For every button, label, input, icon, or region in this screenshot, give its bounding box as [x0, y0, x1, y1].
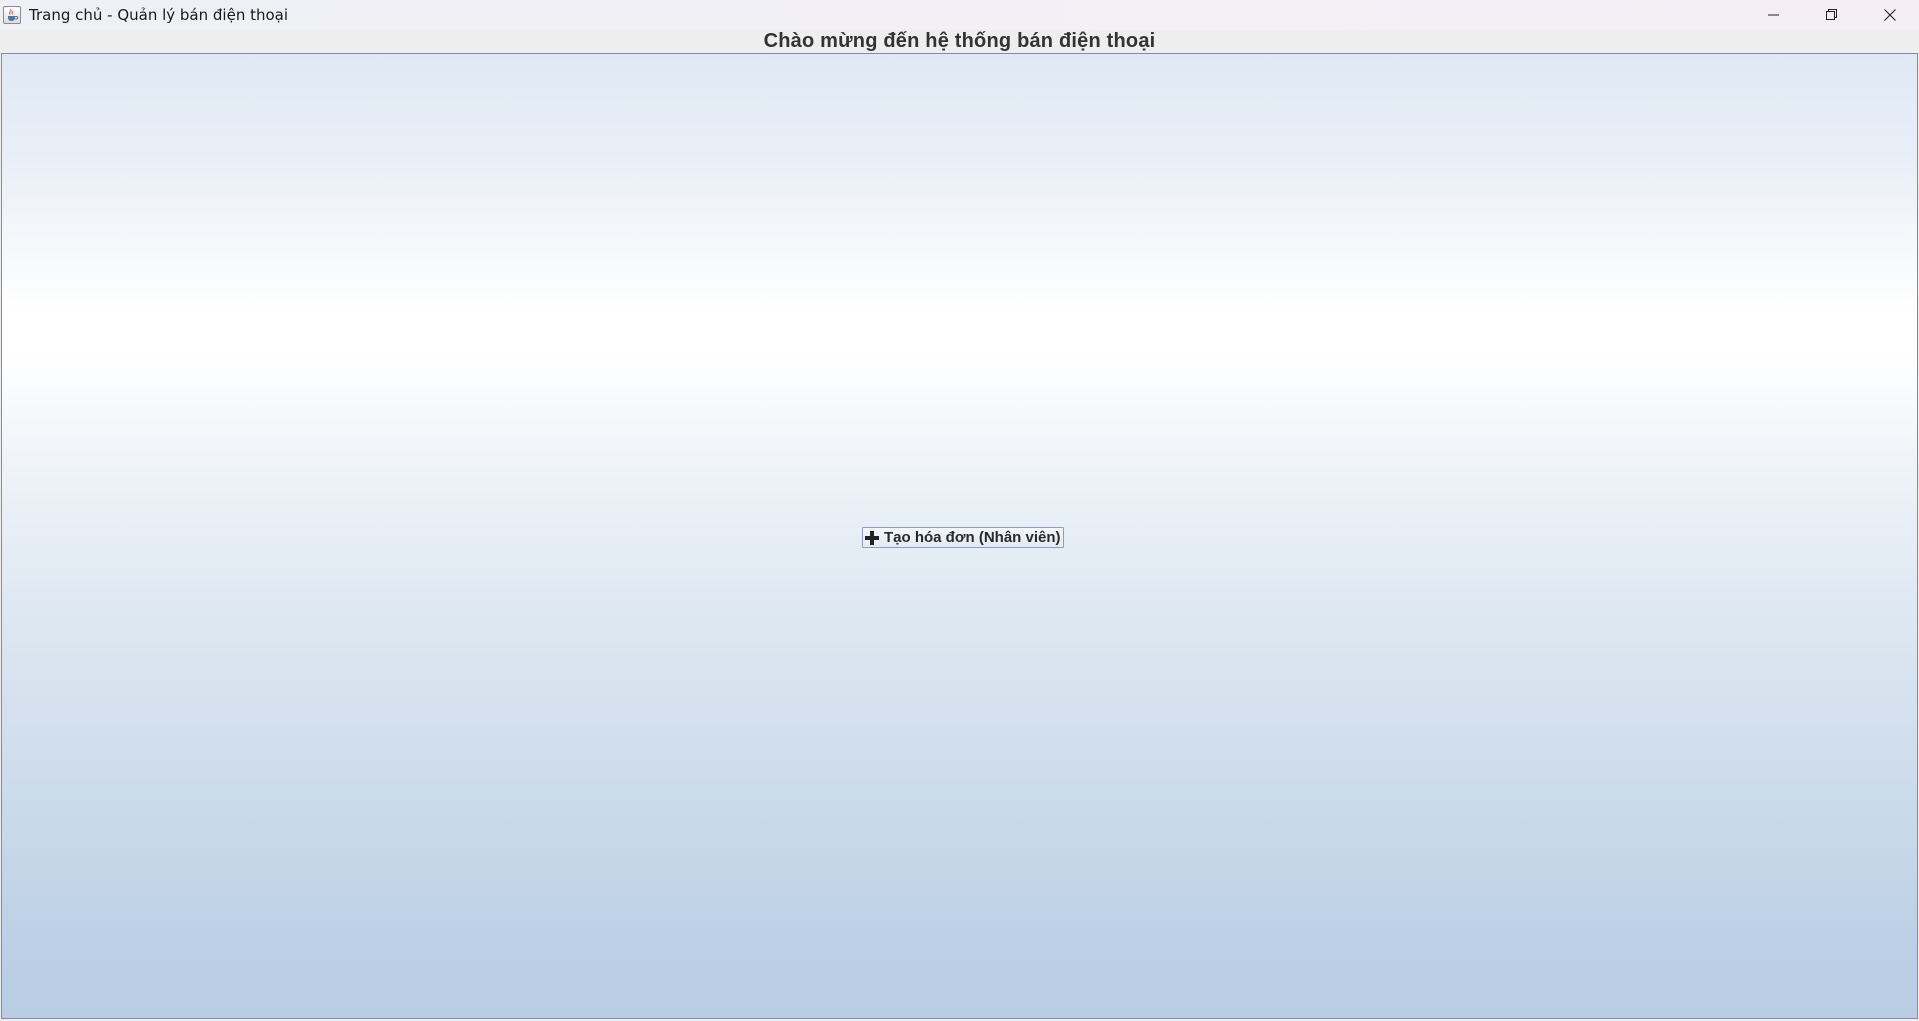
plus-icon [865, 530, 879, 545]
create-invoice-label: Tạo hóa đơn (Nhân viên) [884, 529, 1061, 546]
restore-button[interactable] [1803, 0, 1861, 30]
welcome-title: Chào mừng đến hệ thống bán điện thoại [763, 30, 1156, 52]
window-controls [1745, 0, 1919, 30]
window-title: Trang chủ - Quản lý bán điện thoại [29, 6, 289, 24]
main-panel: Tạo hóa đơn (Nhân viên) [1, 53, 1918, 1019]
minimize-icon [1768, 14, 1779, 16]
restore-icon [1826, 9, 1837, 20]
java-cup-icon [3, 6, 21, 24]
title-bar[interactable]: Trang chủ - Quản lý bán điện thoại [0, 0, 1919, 30]
create-invoice-button[interactable]: Tạo hóa đơn (Nhân viên) [862, 527, 1064, 548]
close-button[interactable] [1861, 0, 1919, 30]
minimize-button[interactable] [1745, 0, 1803, 30]
header-panel: Chào mừng đến hệ thống bán điện thoại [0, 30, 1919, 53]
close-icon [1884, 9, 1896, 21]
app-window: Trang chủ - Quản lý bán điện thoại Chào … [0, 0, 1919, 1021]
